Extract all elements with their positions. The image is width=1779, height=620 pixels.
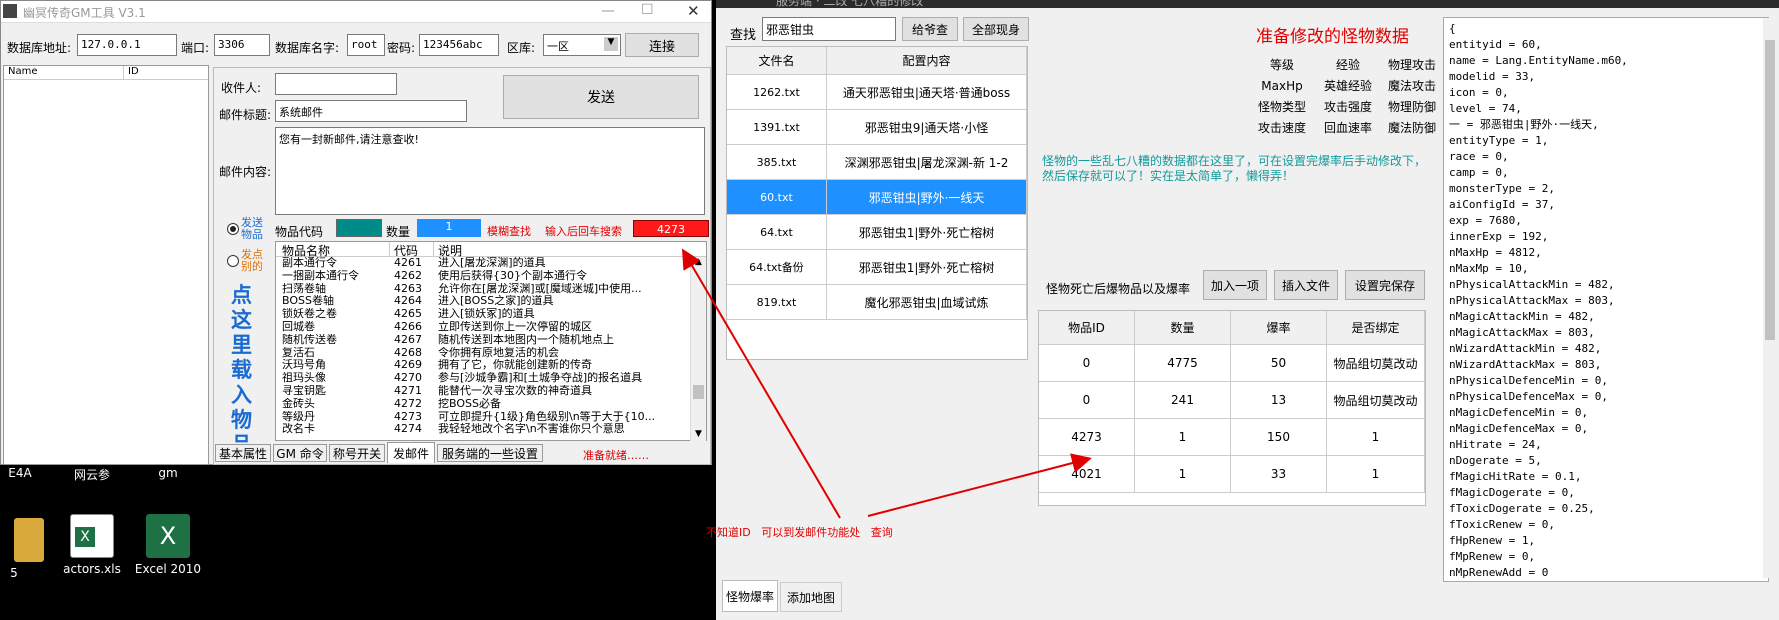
- annotation-arrows: [681, 248, 1092, 519]
- arrow-to-search-field: [681, 248, 841, 519]
- arrow-to-drop-row: [867, 453, 1092, 517]
